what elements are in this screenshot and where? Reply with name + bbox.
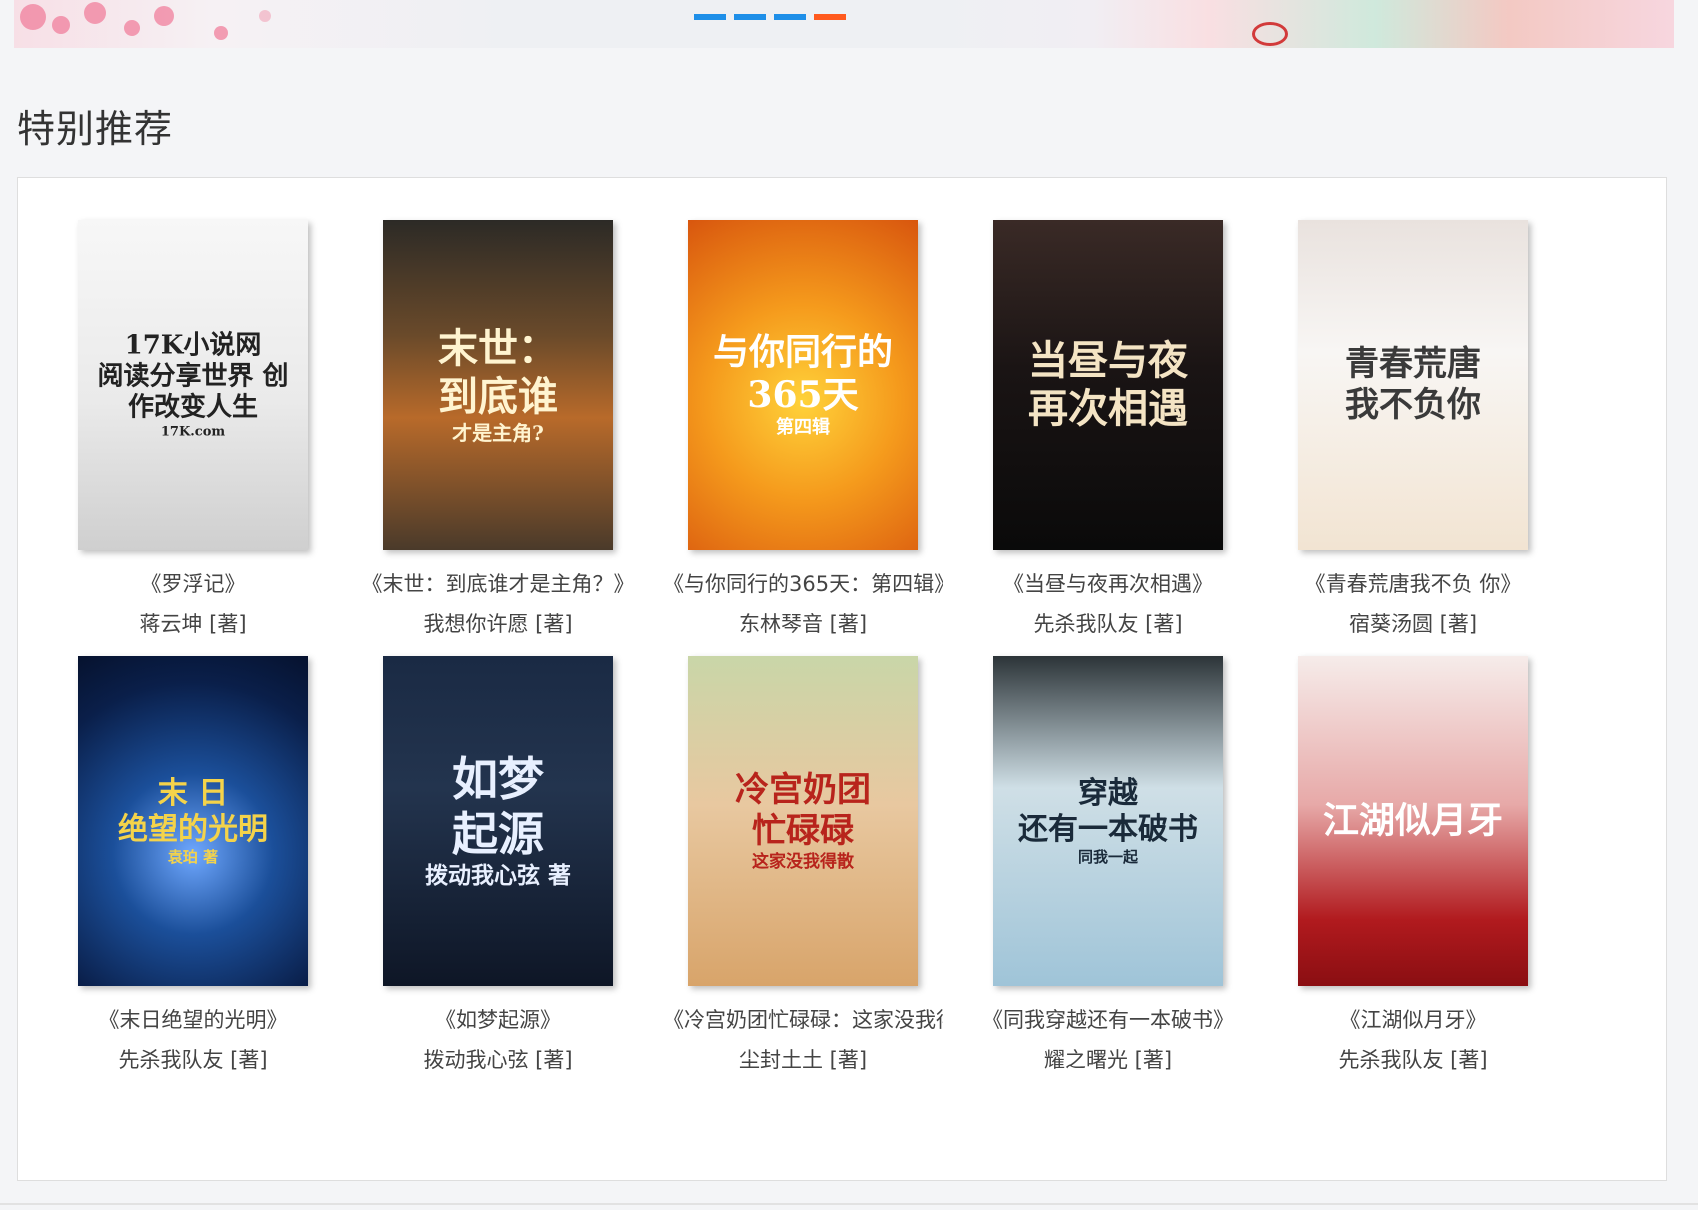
book-title-link[interactable]: 《当昼与夜再次相遇》 — [968, 568, 1248, 598]
section-title: 特别推荐 — [17, 107, 174, 151]
top-banner[interactable] — [14, 0, 1674, 48]
cover-line: 这家没我得散 — [752, 851, 854, 872]
cover-line: 365天 — [747, 374, 859, 417]
cover-line: 末世： — [438, 325, 558, 372]
cover-line: 还有一本破书 — [1018, 812, 1198, 847]
cover-line: 当昼与夜 — [1028, 337, 1188, 384]
book-title-link[interactable]: 《末日绝望的光明》 — [53, 1004, 333, 1034]
book-title-link[interactable]: 《与你同行的365天：第四辑》 — [663, 568, 943, 598]
book-author-link[interactable]: 东林琴音 [著] — [638, 608, 968, 638]
blossom-decoration — [52, 16, 70, 34]
book-cover[interactable]: 如梦 起源 拨动我心弦 著 — [383, 656, 613, 986]
book-author-link[interactable]: 拨动我心弦 [著] — [333, 1044, 663, 1074]
book-card[interactable]: 末 日绝望的光明 袁珀 著《末日绝望的光明》 先杀我队友 [著] — [28, 656, 358, 1074]
book-cover[interactable]: 与你同行的 365天 第四辑 — [688, 220, 918, 550]
cover-line: 青春荒唐 — [1345, 344, 1481, 385]
cover-line: 我不负你 — [1345, 385, 1481, 425]
carousel-indicators — [694, 14, 846, 20]
blossom-decoration — [20, 4, 46, 30]
cover-line: 末 日 — [157, 776, 229, 811]
cover-line: 起源 — [452, 807, 544, 862]
carousel-dot[interactable] — [734, 14, 766, 20]
cover-line: 到底谁 — [438, 373, 558, 420]
book-title-link[interactable]: 《冷宫奶团忙碌碌：这家没我得散》 — [663, 1004, 943, 1034]
cover-text: 末 日绝望的光明 袁珀 著 — [78, 776, 308, 866]
cover-line: 与你同行的 — [712, 331, 893, 374]
book-cover[interactable]: 末 日绝望的光明 袁珀 著 — [78, 656, 308, 986]
cover-line: 17K.com — [160, 423, 226, 439]
cover-line: 绝望的光明 — [118, 812, 268, 847]
knot-decoration — [1252, 22, 1288, 46]
recommend-panel: 17K小说网 阅读分享世界 创作改变人生 17K.com 《罗浮记》 蒋云坤 [著] 末世… — [17, 177, 1667, 1181]
book-title-link[interactable]: 《末世：到底谁才是主角？》 — [358, 568, 638, 598]
book-card[interactable]: 如梦 起源 拨动我心弦 著《如梦起源》 拨动我心弦 [著] — [333, 656, 663, 1074]
cover-text: 冷宫奶团 忙碌碌 这家没我得散 — [688, 770, 918, 872]
book-card[interactable]: 17K小说网 阅读分享世界 创作改变人生 17K.com 《罗浮记》蒋云坤 [著] — [28, 220, 358, 638]
cover-text: 如梦 起源 拨动我心弦 著 — [383, 752, 613, 890]
book-card[interactable]: 穿越 还有一本破书 同我一起《同我穿越还有一本破书》 耀之曙光 [著] — [943, 656, 1273, 1074]
cover-line: 忙碌碌 — [752, 810, 854, 851]
book-card[interactable]: 当昼与夜 再次相遇《当昼与夜再次相遇》 先杀我队友 [著] — [943, 220, 1273, 638]
blossom-decoration — [214, 26, 228, 40]
book-card[interactable]: 末世： 到底谁 才是主角? 《末世：到底谁才是主角？》 我想你许愿 [著] — [333, 220, 663, 638]
carousel-dot[interactable] — [774, 14, 806, 20]
blossom-decoration — [154, 6, 174, 26]
book-card[interactable]: 江湖似月牙《江湖似月牙》 先杀我队友 [著] — [1248, 656, 1578, 1074]
book-author-link[interactable]: 我想你许愿 [著] — [333, 608, 663, 638]
cover-line: 如梦 — [452, 752, 544, 807]
book-title-link[interactable]: 《同我穿越还有一本破书》 — [968, 1004, 1248, 1034]
divider — [0, 1203, 1698, 1205]
book-cover[interactable]: 末世： 到底谁 才是主角? — [383, 220, 613, 550]
cover-line: 冷宫奶团 — [735, 770, 871, 811]
cover-text: 末世： 到底谁 才是主角? — [383, 325, 613, 445]
book-cover[interactable]: 当昼与夜 再次相遇 — [993, 220, 1223, 550]
cover-line: 17K小说网 — [124, 330, 262, 361]
book-cover[interactable]: 冷宫奶团 忙碌碌 这家没我得散 — [688, 656, 918, 986]
cover-text: 穿越 还有一本破书 同我一起 — [993, 776, 1223, 866]
book-title-link[interactable]: 《如梦起源》 — [358, 1004, 638, 1034]
cover-text: 江湖似月牙 — [1298, 799, 1528, 842]
book-title-link[interactable]: 《罗浮记》 — [53, 568, 333, 598]
cover-line: 第四辑 — [776, 417, 830, 439]
book-cover[interactable]: 青春荒唐 我不负你 — [1298, 220, 1528, 550]
cover-line: 穿越 — [1078, 776, 1138, 811]
cover-line: 才是主角? — [452, 421, 544, 445]
cover-line: 再次相遇 — [1028, 385, 1188, 432]
book-author-link[interactable]: 尘封土土 [著] — [638, 1044, 968, 1074]
book-author-link[interactable]: 宿葵汤圆 [著] — [1248, 608, 1578, 638]
book-title-link[interactable]: 《青春荒唐我不负 你》 — [1273, 568, 1553, 598]
book-cover[interactable]: 17K小说网 阅读分享世界 创作改变人生 17K.com — [78, 220, 308, 550]
book-card[interactable]: 青春荒唐 我不负你《青春荒唐我不负 你》 宿葵汤圆 [著] — [1248, 220, 1578, 638]
cover-text: 青春荒唐 我不负你 — [1298, 344, 1528, 426]
carousel-dot-active[interactable] — [814, 14, 846, 20]
cover-line: 拨动我心弦 著 — [424, 862, 571, 890]
book-cover[interactable]: 江湖似月牙 — [1298, 656, 1528, 986]
cover-text: 17K小说网 阅读分享世界 创作改变人生 17K.com — [78, 330, 308, 439]
cover-text: 与你同行的 365天 第四辑 — [688, 331, 918, 439]
blossom-decoration — [84, 2, 106, 24]
book-card[interactable]: 冷宫奶团忙碌碌这家没我得散《冷宫奶团忙碌碌：这家没我得散》尘封土土 [著] — [638, 656, 968, 1074]
book-title-link[interactable]: 《江湖似月牙》 — [1273, 1004, 1553, 1034]
book-cover[interactable]: 穿越 还有一本破书 同我一起 — [993, 656, 1223, 986]
book-author-link[interactable]: 先杀我队友 [著] — [1248, 1044, 1578, 1074]
cover-line: 阅读分享世界 创作改变人生 — [97, 361, 289, 423]
carousel-dot[interactable] — [694, 14, 726, 20]
book-card[interactable]: 与你同行的 365天 第四辑《与你同行的365天：第四辑》 东林琴音 [著] — [638, 220, 968, 638]
book-author-link[interactable]: 耀之曙光 [著] — [943, 1044, 1273, 1074]
cover-line: 同我一起 — [1077, 848, 1138, 866]
cover-line: 江湖似月牙 — [1322, 799, 1503, 842]
cover-line: 袁珀 著 — [167, 848, 219, 866]
book-author-link[interactable]: 先杀我队友 [著] — [28, 1044, 358, 1074]
cover-text: 当昼与夜 再次相遇 — [993, 337, 1223, 433]
book-author-link[interactable]: 蒋云坤 [著] — [28, 608, 358, 638]
book-author-link[interactable]: 先杀我队友 [著] — [943, 608, 1273, 638]
blossom-decoration — [124, 20, 140, 36]
blossom-decoration — [259, 10, 271, 22]
